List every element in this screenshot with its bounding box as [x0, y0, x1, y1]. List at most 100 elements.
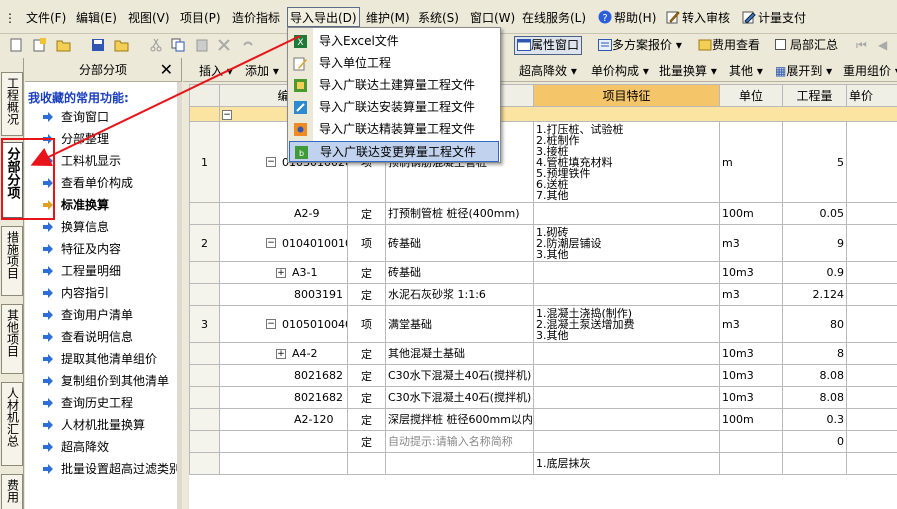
cell-type[interactable]: 定 [347, 261, 386, 284]
cut-icon[interactable] [148, 38, 164, 52]
cell-name[interactable]: 打预制管桩 桩径(400mm) [385, 202, 534, 225]
cell-idx[interactable]: 3 [189, 305, 220, 343]
cell-unit[interactable]: m3 [719, 283, 783, 306]
tab-project-overview[interactable]: 工程概况 [1, 72, 23, 136]
cell-price[interactable] [846, 430, 897, 453]
cell-price[interactable]: 1167 [846, 202, 897, 225]
function-item[interactable]: 批量设置超高过滤类别 [25, 458, 181, 480]
cell-feature[interactable]: 1.打压桩、试验桩 2.桩制作 3.接桩 4.管桩填充材料 5.预埋铁件 6.送… [533, 121, 720, 203]
tab-materials-summary[interactable]: 人材机汇总 [1, 382, 23, 466]
tab-other-items[interactable]: 其他项目 [1, 304, 23, 374]
cell-price[interactable] [846, 121, 897, 203]
cell-idx[interactable]: 2 [189, 224, 220, 262]
cell-feature[interactable]: 1.混凝土浇捣(制作) 2.混凝土泵送增加费 3.其他 [533, 305, 720, 343]
local-summary-checkbox[interactable]: 局部汇总 [775, 37, 838, 54]
cell-type[interactable]: 定 [347, 202, 386, 225]
header-unit[interactable]: 单位 [719, 84, 783, 107]
new-file-icon[interactable] [8, 38, 24, 52]
cell-feature[interactable] [533, 283, 720, 306]
cell-type[interactable]: 定 [347, 364, 386, 387]
cell-unit[interactable]: m3 [719, 305, 783, 343]
table-row[interactable]: 3 −010501004001 项 满堂基础 1.混凝土浇捣(制作) 2.混凝土泵送增加… [189, 305, 897, 343]
cell-feature[interactable] [533, 386, 720, 409]
menu-file[interactable]: 文件(F) [26, 8, 66, 28]
cell-idx[interactable] [189, 364, 220, 387]
cell-price[interactable]: 197 [846, 261, 897, 284]
cell-code[interactable] [219, 430, 348, 453]
new-project-icon[interactable] [32, 38, 48, 52]
menu-item-import-install[interactable]: 导入广联达安装算量工程文件 [289, 97, 499, 118]
cell-code[interactable]: 8021682 [219, 386, 348, 409]
cell-unit[interactable]: 10m3 [719, 342, 783, 365]
cell-feature[interactable] [533, 430, 720, 453]
menu-view[interactable]: 视图(V) [128, 8, 170, 28]
cell-price[interactable]: 282 [846, 364, 897, 387]
cell-qty[interactable]: 8.08 [782, 364, 847, 387]
table-row[interactable]: A2-120 定 深层搅拌桩 桩径600mm以内 喷浆搅拌 100m 0.3398 [189, 408, 897, 431]
cell-name[interactable]: 深层搅拌桩 桩径600mm以内 喷浆搅拌 [385, 408, 534, 431]
function-item[interactable]: 人材机批量换算 [25, 414, 181, 436]
cell-name[interactable]: 砖基础 [385, 261, 534, 284]
collapse-icon[interactable]: − [266, 157, 276, 167]
close-icon[interactable]: ✕ [160, 58, 173, 82]
table-row[interactable]: 1.底层抹灰 [189, 452, 897, 475]
expand-icon[interactable]: + [276, 267, 286, 278]
menu-window[interactable]: 窗口(W) [470, 8, 515, 28]
cell-type[interactable]: 项 [347, 224, 386, 262]
cell-idx[interactable] [189, 430, 220, 453]
function-item[interactable]: 工程量明细 [25, 260, 181, 282]
batch-button[interactable]: 批量换算 ▾ [659, 62, 717, 79]
cell-qty[interactable]: 0.9 [782, 261, 847, 284]
cell-feature[interactable] [533, 202, 720, 225]
cell-code[interactable]: −010501004001 [219, 305, 348, 343]
cell-name[interactable]: C30水下混凝土40石(搅拌机) [385, 386, 534, 409]
cell-feature[interactable] [533, 261, 720, 284]
function-item[interactable]: 提取其他清单组价 [25, 348, 181, 370]
menu-item-import-decor[interactable]: 导入广联达精装算量工程文件 [289, 119, 499, 140]
menu-audit[interactable]: 转入审核 [666, 8, 730, 28]
menu-import-export[interactable]: 导入导出(D) [287, 7, 360, 27]
function-item[interactable]: 超高降效 [25, 436, 181, 458]
function-item[interactable]: 查看说明信息 [25, 326, 181, 348]
cell-name[interactable]: 自动提示:请输入名称简称 [385, 430, 534, 453]
unit-price-button[interactable]: 单价构成 ▾ [591, 62, 649, 79]
cell-price[interactable] [846, 224, 897, 262]
table-row[interactable]: 2 −010401001001 项 砖基础 1.砌砖 2.防潮层铺设 3.其他 m3 9 [189, 224, 897, 262]
first-page-icon[interactable]: ⏮ [856, 37, 867, 54]
cell-price[interactable]: 72 [846, 342, 897, 365]
table-row[interactable]: 8021682 定 C30水下混凝土40石(搅拌机) 10m3 8.08282 [189, 364, 897, 387]
cell-qty[interactable] [782, 452, 847, 475]
cell-type[interactable]: 定 [347, 342, 386, 365]
menu-item-import-change[interactable]: b 导入广联达变更算量工程文件 [289, 141, 499, 162]
cell-unit[interactable]: 10m3 [719, 364, 783, 387]
menu-maintain[interactable]: 维护(M) [366, 8, 410, 28]
cell-name[interactable]: 水泥石灰砂浆 1:1:6 [385, 283, 534, 306]
cell-unit[interactable]: 100m [719, 202, 783, 225]
collapse-icon[interactable]: − [266, 319, 276, 329]
cell-qty[interactable]: 8.08 [782, 386, 847, 409]
undo-icon[interactable] [240, 38, 256, 52]
cell-idx[interactable] [189, 261, 220, 284]
copy-icon[interactable] [170, 38, 186, 52]
menu-online[interactable]: 在线服务(L) [522, 8, 586, 28]
cell-unit[interactable]: m [719, 121, 783, 203]
table-row[interactable]: 定 自动提示:请输入名称简称 0 [189, 430, 897, 453]
cell-qty[interactable]: 8 [782, 342, 847, 365]
cell-unit[interactable]: 10m3 [719, 386, 783, 409]
cell-qty[interactable]: 2.124 [782, 283, 847, 306]
cell-unit[interactable]: 100m [719, 408, 783, 431]
cell-qty[interactable]: 5 [782, 121, 847, 203]
expand-icon[interactable]: + [276, 348, 286, 359]
cell-feature[interactable] [533, 364, 720, 387]
table-row[interactable]: A2-9 定 打预制管桩 桩径(400mm) 100m 0.051167 [189, 202, 897, 225]
add-button[interactable]: 添加 ▾ [245, 62, 279, 79]
cell-idx[interactable] [189, 452, 220, 475]
cell-type[interactable]: 定 [347, 408, 386, 431]
cell-qty[interactable]: 80 [782, 305, 847, 343]
cell-qty[interactable]: 0.05 [782, 202, 847, 225]
cell-code[interactable]: + A3-1 [219, 261, 348, 284]
cell-type[interactable] [347, 452, 386, 475]
cell-price[interactable] [846, 305, 897, 343]
cell-idx[interactable] [189, 202, 220, 225]
cell-code[interactable]: + A4-2 [219, 342, 348, 365]
